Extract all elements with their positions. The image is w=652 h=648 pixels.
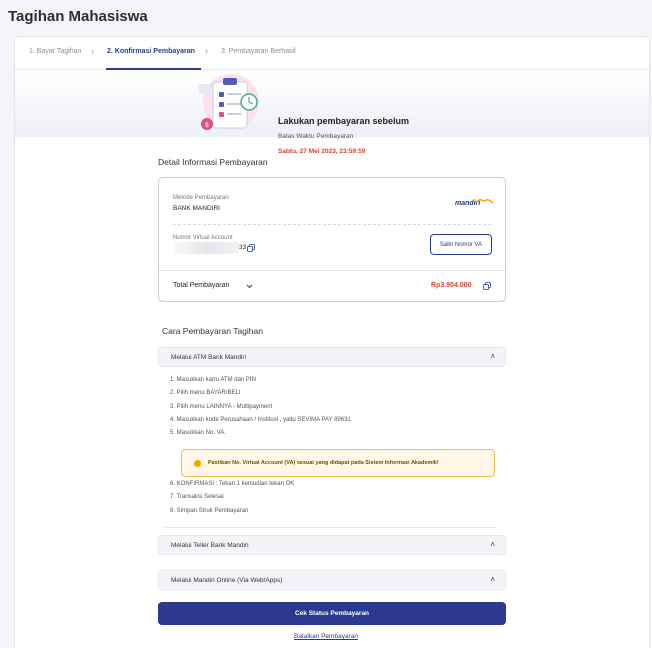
chevron-up-icon: ˄ xyxy=(490,540,495,549)
list-item: 1. Masukkan kartu ATM dan PIN xyxy=(170,377,256,383)
atm-steps-list-continued: 6. KONFIRMASI : Tekan 1 kemudian tekan O… xyxy=(170,481,294,521)
chevron-up-icon: ˄ xyxy=(490,575,495,584)
copy-va-button[interactable]: Salin Nomor VA xyxy=(430,234,492,255)
list-item: 3. Pilih menu LAINNYA - Multipayment xyxy=(170,403,273,410)
detail-section-title: Detail Informasi Pembayaran xyxy=(158,157,268,167)
chevron-right-icon: › xyxy=(91,46,94,56)
deadline-label: Batas Waktu Pembayaran : xyxy=(278,133,357,140)
payment-card: 1. Bayar Tagihan › 2. Konfirmasi Pembaya… xyxy=(14,36,650,648)
bank-mandiri-logo: mandiri xyxy=(455,198,495,210)
divider xyxy=(165,527,497,528)
stepper: 1. Bayar Tagihan › 2. Konfirmasi Pembaya… xyxy=(15,37,649,70)
divider xyxy=(159,270,505,271)
deadline-banner: $ Lakukan pembayaran sebelum Batas Waktu… xyxy=(15,71,649,155)
step-1[interactable]: 1. Bayar Tagihan xyxy=(29,48,81,55)
accordion-mandiri-online[interactable]: Melalui Mandiri Online (Via Web/Apps) ˄ xyxy=(158,570,506,590)
step-2[interactable]: 2. Konfirmasi Pembayaran xyxy=(107,48,195,55)
howto-section-title: Cara Pembayaran Tagihan xyxy=(162,326,263,336)
copy-icon[interactable] xyxy=(483,282,491,290)
divider xyxy=(173,224,491,225)
deadline-value: Sabtu, 27 Mei 2023, 23:59:59 xyxy=(278,148,366,155)
chevron-down-icon[interactable] xyxy=(246,283,253,290)
va-label: Nomor Virtual Account xyxy=(173,235,233,241)
va-number-masked xyxy=(173,242,239,254)
banner-title: Lakukan pembayaran sebelum xyxy=(278,116,410,126)
copy-icon[interactable] xyxy=(247,244,255,252)
payment-info-box: Metode Pembayaran BANK MANDIRI mandiri N… xyxy=(158,177,506,302)
list-item: 5. Masukkan No. VA. xyxy=(170,430,226,437)
check-status-button[interactable]: Cek Status Pembayaran xyxy=(158,602,506,625)
va-notice: Pastikan No. Virtual Account (VA) sesuai… xyxy=(181,449,495,477)
warning-icon xyxy=(194,460,201,467)
va-number-suffix: 33 xyxy=(239,244,247,251)
total-amount: Rp3.904.000 xyxy=(431,282,472,289)
payment-clipboard-illustration-icon: $ xyxy=(199,74,259,130)
cancel-payment-link[interactable]: Batalkan Pembayaran xyxy=(294,633,358,640)
list-item: 2. Pilih menu BAYAR/BELI xyxy=(170,390,241,397)
accordion-label: Melalui Teller Bank Mandiri xyxy=(171,542,249,549)
atm-steps-list: 1. Masukkan kartu ATM dan PIN 2. Pilih m… xyxy=(170,377,351,443)
total-label[interactable]: Total Pembayaran xyxy=(173,282,229,289)
chevron-up-icon: ˄ xyxy=(490,352,495,361)
list-item: 7. Transaksi Selesai xyxy=(170,494,224,501)
notice-text: Pastikan No. Virtual Account (VA) sesuai… xyxy=(208,460,439,466)
active-step-indicator xyxy=(106,68,201,70)
list-item: 6. KONFIRMASI : Tekan 1 kemudian tekan O… xyxy=(170,481,295,487)
chevron-right-icon: › xyxy=(205,46,208,56)
page-title: Tagihan Mahasiswa xyxy=(8,8,148,25)
list-item: 4. Masukkan kode Perusahaan / Institusi … xyxy=(170,416,351,423)
step-3[interactable]: 3. Pembayaran Berhasil xyxy=(221,48,296,55)
method-value: BANK MANDIRI xyxy=(173,205,220,212)
accordion-atm[interactable]: Melalui ATM Bank Mandiri ˄ xyxy=(158,347,506,367)
method-label: Metode Pembayaran xyxy=(173,195,229,201)
accordion-label: Melalui ATM Bank Mandiri xyxy=(171,354,247,361)
accordion-label: Melalui Mandiri Online (Via Web/Apps) xyxy=(171,577,283,584)
accordion-teller[interactable]: Melalui Teller Bank Mandiri ˄ xyxy=(158,535,506,555)
list-item: 8. Simpan Struk Pembayaran xyxy=(170,507,249,514)
svg-text:$: $ xyxy=(205,121,209,129)
